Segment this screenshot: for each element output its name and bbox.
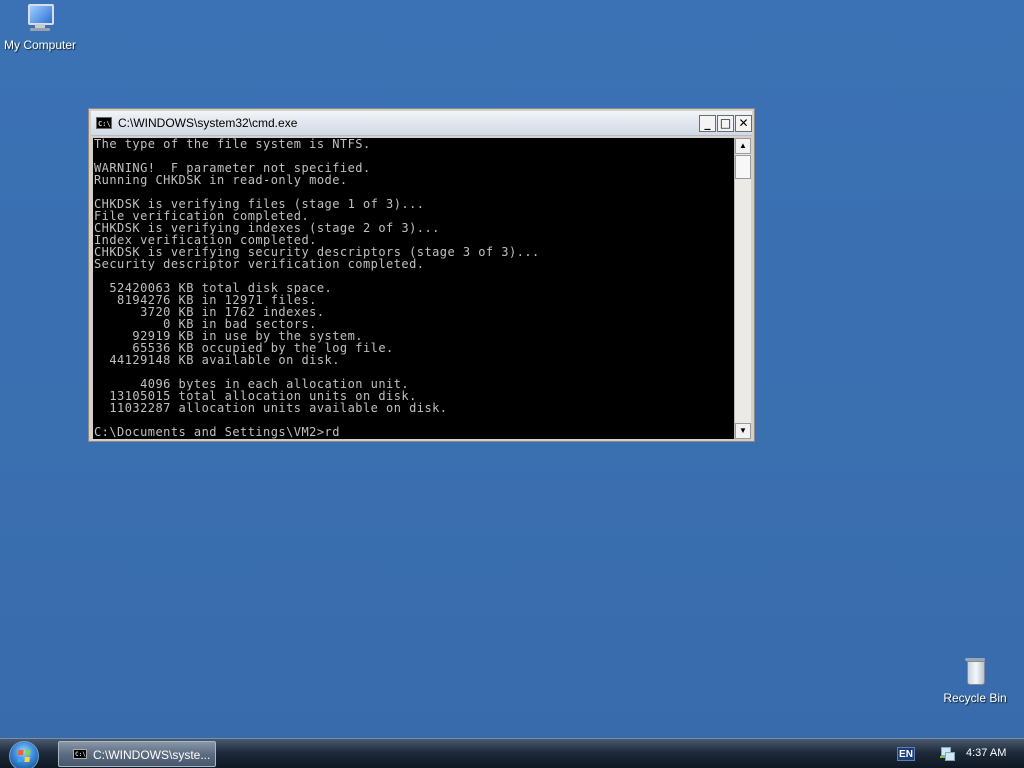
close-button[interactable]: ✕ <box>735 115 752 132</box>
scroll-thumb[interactable] <box>735 155 751 179</box>
console-output[interactable]: The type of the file system is NTFS. WAR… <box>93 138 734 439</box>
desktop-icon-recycle-bin[interactable]: Recycle Bin <box>930 655 1020 705</box>
maximize-button[interactable]: □ <box>717 115 734 132</box>
desktop-icon-label: My Computer <box>3 38 77 52</box>
window-titlebar[interactable]: C:\ C:\WINDOWS\system32\cmd.exe _ □ ✕ <box>91 111 752 136</box>
language-indicator[interactable]: EN <box>897 747 915 761</box>
clock[interactable]: 4:37 AM <box>966 747 1006 759</box>
cmd-window[interactable]: C:\ C:\WINDOWS\system32\cmd.exe _ □ ✕ Th… <box>88 108 755 442</box>
vertical-scrollbar[interactable]: ▲ ▼ <box>734 138 751 439</box>
start-button[interactable] <box>9 741 39 768</box>
scroll-up-button[interactable]: ▲ <box>735 138 751 154</box>
recycle-bin-icon <box>959 655 991 687</box>
desktop: My Computer Recycle Bin C:\ C:\WINDOWS\s… <box>0 0 1024 738</box>
taskbar-button-cmd[interactable]: C:\ C:\WINDOWS\syste... <box>58 741 216 767</box>
console-text: The type of the file system is NTFS. WAR… <box>94 138 540 439</box>
windows-logo-icon <box>17 750 31 762</box>
computer-icon <box>24 2 56 34</box>
window-title: C:\WINDOWS\system32\cmd.exe <box>118 116 298 130</box>
desktop-icon-my-computer[interactable]: My Computer <box>0 2 85 52</box>
minimize-button[interactable]: _ <box>699 115 716 132</box>
scroll-down-button[interactable]: ▼ <box>735 423 751 439</box>
cmd-icon[interactable]: C:\ <box>96 117 112 129</box>
desktop-icon-label: Recycle Bin <box>943 691 1007 705</box>
taskbar: C:\ C:\WINDOWS\syste... EN 4:37 AM <box>0 738 1024 768</box>
cmd-icon: C:\ <box>73 749 87 759</box>
taskbar-button-label: C:\WINDOWS\syste... <box>93 748 211 762</box>
network-icon[interactable] <box>940 746 955 761</box>
